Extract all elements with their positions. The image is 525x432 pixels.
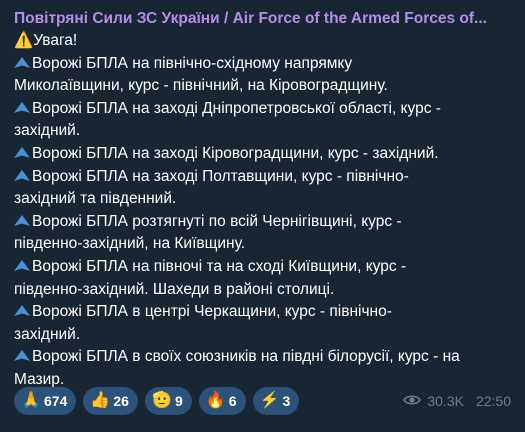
message-line: Ворожі БПЛА на заході Кіровоградщини, ку… xyxy=(14,143,511,166)
drone-icon xyxy=(14,146,30,159)
message-line-text: Ворожі БПЛА розтягнуті по всій Чернігівщ… xyxy=(32,212,402,230)
message-line-text: південно-західний. Шахеди в районі столи… xyxy=(14,280,335,298)
drone-icon xyxy=(14,101,30,114)
message-line: південно-західний. Шахеди в районі столи… xyxy=(14,279,511,302)
message-line: західний та південний. xyxy=(14,188,511,211)
lightning-icon: ⚡ xyxy=(259,392,280,409)
message-line: Ворожі БПЛА розтягнуті по всій Чернігівщ… xyxy=(14,211,511,234)
message-lines: Ворожі БПЛА на північно-східному напрямк… xyxy=(14,53,511,392)
message-line-text: Ворожі БПЛА в центрі Черкащини, курс - п… xyxy=(32,303,392,321)
reaction-count: 26 xyxy=(113,393,129,409)
message-line-text: Ворожі БПЛА на півночі та на сході Київщ… xyxy=(32,257,407,275)
reaction-count: 674 xyxy=(44,393,68,409)
message-line: Ворожі БПЛА на північно-східному напрямк… xyxy=(14,53,511,76)
message-meta: 30.3K 22:50 xyxy=(403,393,511,409)
message-line-text: Ворожі БПЛА на заході Полтавщини, курс -… xyxy=(32,167,409,185)
pray-icon: 🙏 xyxy=(21,392,41,409)
drone-icon xyxy=(14,305,30,317)
view-count: 30.3K xyxy=(427,393,464,409)
message-footer: 🙏 674 👍 26 🫡 9 🔥 6 ⚡ 3 30.3K 22:50 xyxy=(14,386,511,416)
message-line: південно-західний, на Київщину. xyxy=(14,233,511,256)
message-time: 22:50 xyxy=(475,393,511,409)
drone-icon xyxy=(14,56,30,69)
message-line-text: південно-західний, на Київщину. xyxy=(14,235,246,253)
alert-header: ⚠️Увага! xyxy=(14,32,78,49)
message-line-text: Ворожі БПЛА на заході Кіровоградщини, ку… xyxy=(32,144,439,162)
message-line-text: західний. xyxy=(14,325,81,343)
message-line-text: західний. xyxy=(14,122,81,140)
message-line: західний. xyxy=(14,120,511,143)
message-bubble: Повітряні Сили ЗС України / Air Force of… xyxy=(0,0,525,432)
drone-icon xyxy=(14,169,30,182)
message-line-text: Миколаївщини, курс - північний, на Кіров… xyxy=(14,77,388,95)
message-line-text: Ворожі БПЛА на північно-східному напрямк… xyxy=(32,54,353,72)
reactions-bar: 🙏 674 👍 26 🫡 9 🔥 6 ⚡ 3 xyxy=(14,387,306,415)
drone-icon xyxy=(14,350,30,362)
message-line: Ворожі БПЛА в центрі Черкащини, курс - п… xyxy=(14,301,511,324)
reaction-count: 6 xyxy=(228,393,237,409)
fire-icon: 🔥 xyxy=(205,392,226,409)
message-line: Ворожі БПЛА на заході Дніпропетровської … xyxy=(14,98,511,121)
message-line: Ворожі БПЛА на заході Полтавщини, курс -… xyxy=(14,166,511,189)
hand-icon: 🫡 xyxy=(151,392,172,409)
message-text: ⚠️Увага! Ворожі БПЛА на північно-східном… xyxy=(14,30,511,392)
message-line-text: Ворожі БПЛА в своїх союзників на півдні … xyxy=(32,348,460,366)
reaction-count: 3 xyxy=(282,393,291,409)
reaction-hand[interactable]: 🫡 9 xyxy=(144,387,192,415)
drone-icon xyxy=(14,214,30,227)
message-line: Ворожі БПЛА в своїх союзників на півдні … xyxy=(14,346,511,369)
reaction-lightning[interactable]: ⚡ 3 xyxy=(252,387,300,415)
message-line: Ворожі БПЛА на півночі та на сході Київщ… xyxy=(14,256,511,279)
message-line: Миколаївщини, курс - північний, на Кіров… xyxy=(14,75,511,98)
reaction-fire[interactable]: 🔥 6 xyxy=(198,387,246,415)
message-line: західний. xyxy=(14,324,511,347)
message-line-text: Ворожі БПЛА на заході Дніпропетровської … xyxy=(32,99,441,117)
reaction-count: 9 xyxy=(174,393,183,409)
eye-icon xyxy=(403,393,422,409)
drone-icon xyxy=(14,259,30,272)
thumbs-up-icon: 👍 xyxy=(90,392,111,409)
reaction-pray[interactable]: 🙏 674 xyxy=(14,387,77,415)
reaction-thumbs-up[interactable]: 👍 26 xyxy=(83,387,138,415)
message-line-text: західний та південний. xyxy=(14,190,177,208)
channel-name[interactable]: Повітряні Сили ЗС України / Air Force of… xyxy=(14,9,511,28)
